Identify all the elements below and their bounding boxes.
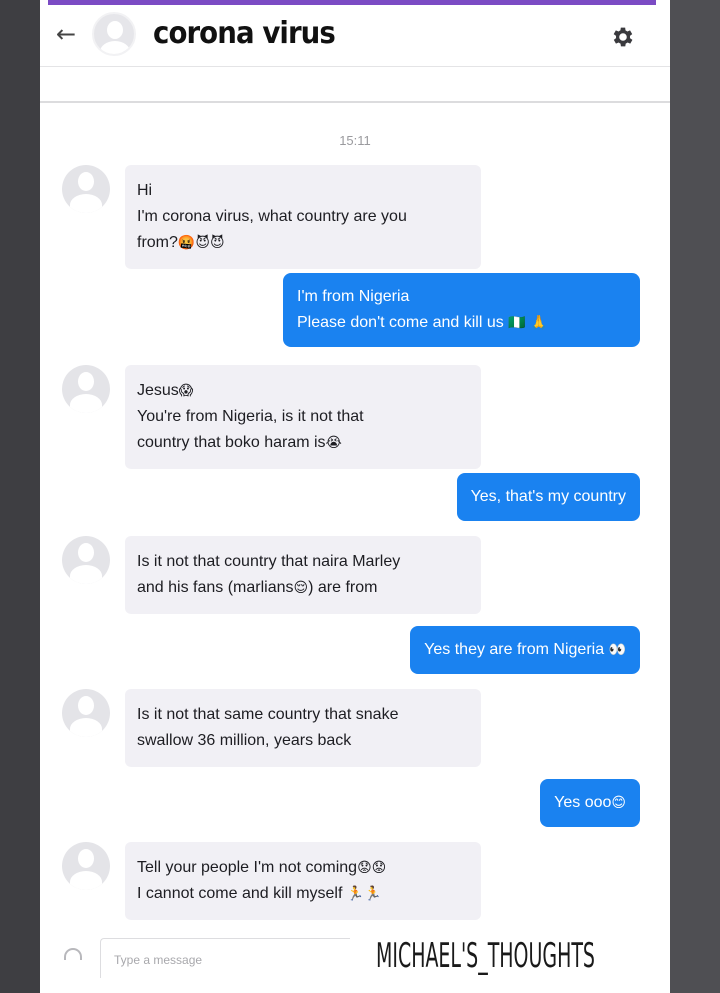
message-text: Is it not that country that naira Marley	[137, 553, 401, 570]
message-text: I cannot come and kill myself	[137, 885, 343, 902]
message-text: You're from Nigeria, is it not that	[137, 408, 364, 425]
runner-icon: 🏃	[364, 886, 382, 902]
emoji-icon: 🙏	[530, 315, 548, 331]
sender-avatar	[62, 365, 110, 413]
emoji-icon: 🤬	[177, 235, 196, 251]
message-text: Yes they are from Nigeria	[424, 641, 605, 658]
message-text: Yes ooo	[554, 794, 612, 811]
emoji-icon: 😭	[325, 435, 342, 451]
watermark: MICHAEL'S_THOUGHTS	[376, 936, 595, 976]
incoming-message[interactable]: Tell your people I'm not coming😟😟 I cann…	[125, 842, 481, 920]
incoming-message[interactable]: Is it not that same country that snake s…	[125, 689, 481, 767]
sender-avatar	[62, 536, 110, 584]
emoji-icon: 😊	[611, 795, 626, 811]
emoji-icon: 😌	[293, 580, 309, 596]
left-frame	[0, 0, 40, 993]
message-input-placeholder: Type a message	[114, 953, 203, 967]
emoji-icon: 😟	[371, 860, 387, 876]
contact-avatar[interactable]	[92, 12, 136, 56]
runner-icon: 🏃	[346, 886, 365, 902]
gear-icon[interactable]	[610, 24, 636, 50]
right-frame	[670, 0, 720, 993]
message-text: I'm from Nigeria	[297, 288, 410, 305]
outgoing-message[interactable]: Yes they are from Nigeria 👀	[410, 626, 640, 674]
incoming-message[interactable]: Hi I'm corona virus, what country are yo…	[125, 165, 481, 269]
emoji-icon: 😟	[357, 860, 372, 876]
message-text: country that boko haram is	[137, 434, 326, 451]
sender-avatar	[62, 689, 110, 737]
message-text: swallow 36 million, years back	[137, 732, 352, 749]
incoming-message[interactable]: Is it not that country that naira Marley…	[125, 536, 481, 614]
emoji-icon: 😱	[178, 383, 194, 399]
outgoing-message[interactable]: I'm from Nigeria Please don't come and k…	[283, 273, 640, 347]
message-timestamp: 15:11	[339, 133, 371, 148]
outgoing-message[interactable]: Yes ooo😊	[540, 779, 640, 827]
message-text: Jesus	[137, 382, 179, 399]
emoji-icon: 😈	[209, 235, 225, 251]
message-text: I'm corona virus, what country are you	[137, 208, 407, 225]
sender-avatar	[62, 842, 110, 890]
incoming-message[interactable]: Jesus😱 You're from Nigeria, is it not th…	[125, 365, 481, 469]
arrow-left-icon[interactable]: ←	[56, 20, 76, 48]
message-text: Tell your people I'm not coming	[137, 859, 358, 876]
message-text: ) are from	[308, 579, 378, 596]
message-text: from?	[137, 234, 178, 251]
emoji-icon: 😈	[195, 235, 210, 251]
message-text: Hi	[137, 182, 153, 199]
outgoing-message[interactable]: Yes, that's my country	[456, 473, 640, 521]
camera-icon[interactable]	[64, 948, 82, 960]
eyes-icon: 👀	[608, 642, 626, 658]
message-input[interactable]: Type a message	[100, 938, 350, 978]
chat-screen: ← corona virus 15:11 Hi I'm corona virus…	[40, 0, 670, 993]
message-text: Please don't come and kill us	[297, 314, 504, 331]
header-divider	[40, 101, 670, 103]
flag-icon: 🇳🇬	[508, 315, 526, 331]
contact-name: corona virus	[153, 16, 336, 51]
message-text: and his fans (marlians	[137, 579, 294, 596]
chat-header: ← corona virus	[40, 8, 670, 66]
header-divider	[40, 66, 670, 67]
accent-stripe	[48, 0, 656, 5]
message-text: Yes, that's my country	[470, 488, 626, 505]
composer-bar: Type a message MICHAEL'S_THOUGHTS	[40, 928, 670, 993]
sender-avatar	[62, 165, 110, 213]
message-text: Is it not that same country that snake	[137, 706, 399, 723]
